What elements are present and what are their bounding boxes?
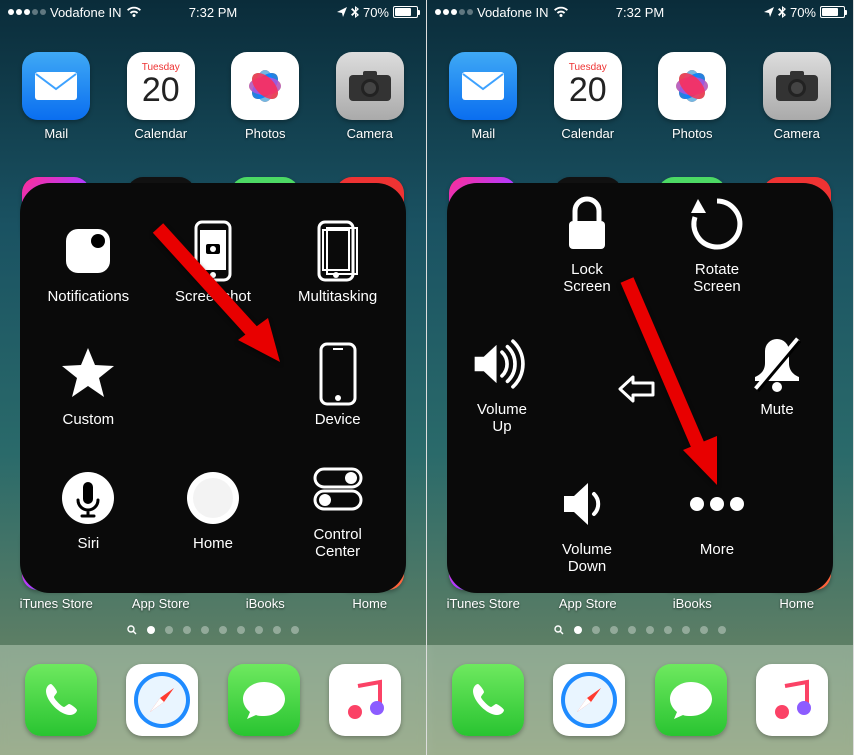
bluetooth-icon (778, 6, 786, 18)
location-icon (337, 7, 347, 17)
at-label: Device (315, 411, 361, 428)
at-label: More (700, 541, 734, 558)
at-label: Mute (760, 401, 793, 418)
calendar-day: 20 (142, 73, 180, 107)
screen-right: Vodafone IN 7:32 PM 70% Mail Tuesday20Ca… (427, 0, 854, 755)
app-label: App Store (132, 596, 190, 611)
dock-safari[interactable] (126, 664, 198, 736)
at-custom[interactable]: Custom (26, 324, 151, 447)
safari-icon (559, 670, 619, 730)
control-center-icon (307, 458, 369, 520)
at-notifications[interactable]: Notifications (26, 201, 151, 324)
device-icon (307, 343, 369, 405)
battery-pct-label: 70% (363, 5, 389, 20)
status-bar: Vodafone IN 7:32 PM 70% (0, 0, 426, 24)
rotate-icon (686, 193, 748, 255)
app-label: Mail (44, 126, 68, 141)
dock-music[interactable] (756, 664, 828, 736)
at-label: Notifications (47, 288, 129, 305)
carrier-label: Vodafone IN (477, 5, 549, 20)
page-indicator[interactable] (431, 625, 849, 635)
app-label: Mail (471, 126, 495, 141)
at-label: Home (193, 535, 233, 552)
app-label: Home (779, 596, 814, 611)
clock-label: 7:32 PM (189, 5, 237, 20)
messages-icon (240, 678, 288, 722)
app-label: Photos (245, 126, 285, 141)
bluetooth-icon (351, 6, 359, 18)
app-label: iBooks (246, 596, 285, 611)
at-home[interactable]: Home (151, 448, 276, 571)
app-calendar[interactable]: Tuesday20Calendar (536, 38, 641, 155)
siri-icon (57, 467, 119, 529)
status-bar: Vodafone IN 7:32 PM 70% (427, 0, 853, 24)
lock-icon (556, 193, 618, 255)
carrier-label: Vodafone IN (50, 5, 122, 20)
notifications-icon (57, 220, 119, 282)
at-volume-up[interactable]: Volume Up (457, 333, 547, 436)
screen-left: Vodafone IN 7:32 PM 70% Mail Tuesday 20 … (0, 0, 427, 755)
at-siri[interactable]: Siri (26, 448, 151, 571)
app-label: Calendar (561, 126, 614, 141)
search-icon (554, 625, 564, 635)
dock-phone[interactable] (452, 664, 524, 736)
volume-up-icon (471, 333, 533, 395)
page-indicator[interactable] (4, 625, 422, 635)
music-icon (770, 678, 814, 722)
app-calendar[interactable]: Tuesday 20 Calendar (109, 38, 214, 155)
at-label: Control Center (313, 526, 361, 561)
app-camera[interactable]: Camera (745, 38, 850, 155)
phone-icon (40, 679, 82, 721)
at-label: Custom (62, 411, 114, 428)
at-control-center[interactable]: Control Center (275, 448, 400, 571)
wifi-icon (553, 6, 569, 18)
annotation-arrow (607, 270, 757, 505)
app-photos[interactable]: Photos (640, 38, 745, 155)
app-label: Photos (672, 126, 712, 141)
annotation-arrow (148, 218, 308, 383)
dock-safari[interactable] (553, 664, 625, 736)
battery-pct-label: 70% (790, 5, 816, 20)
dock-music[interactable] (329, 664, 401, 736)
clock-label: 7:32 PM (616, 5, 664, 20)
at-label: Volume Up (477, 401, 527, 436)
app-label: App Store (559, 596, 617, 611)
location-icon (764, 7, 774, 17)
signal-strength-icon (435, 9, 473, 15)
at-label: Volume Down (562, 541, 612, 576)
at-label: Siri (77, 535, 99, 552)
battery-icon (393, 6, 418, 18)
wifi-icon (126, 6, 142, 18)
at-label: Multitasking (298, 288, 377, 305)
app-mail[interactable]: Mail (431, 38, 536, 155)
app-label: Camera (774, 126, 820, 141)
app-label: iTunes Store (20, 596, 93, 611)
signal-strength-icon (8, 9, 46, 15)
dock-phone[interactable] (25, 664, 97, 736)
app-label: Camera (347, 126, 393, 141)
app-label: iTunes Store (447, 596, 520, 611)
app-label: Calendar (134, 126, 187, 141)
dock (427, 645, 853, 755)
app-camera[interactable]: Camera (318, 38, 423, 155)
app-label: iBooks (673, 596, 712, 611)
star-icon (57, 343, 119, 405)
dock (0, 645, 426, 755)
at-label: Lock Screen (563, 261, 611, 296)
dock-messages[interactable] (228, 664, 300, 736)
calendar-day: 20 (569, 73, 607, 107)
safari-icon (132, 670, 192, 730)
search-icon (127, 625, 137, 635)
app-photos[interactable]: Photos (213, 38, 318, 155)
app-label: Home (352, 596, 387, 611)
app-mail[interactable]: Mail (4, 38, 109, 155)
messages-icon (667, 678, 715, 722)
battery-icon (820, 6, 845, 18)
multitasking-icon (307, 220, 369, 282)
music-icon (343, 678, 387, 722)
phone-icon (467, 679, 509, 721)
home-button-icon (182, 467, 244, 529)
dock-messages[interactable] (655, 664, 727, 736)
